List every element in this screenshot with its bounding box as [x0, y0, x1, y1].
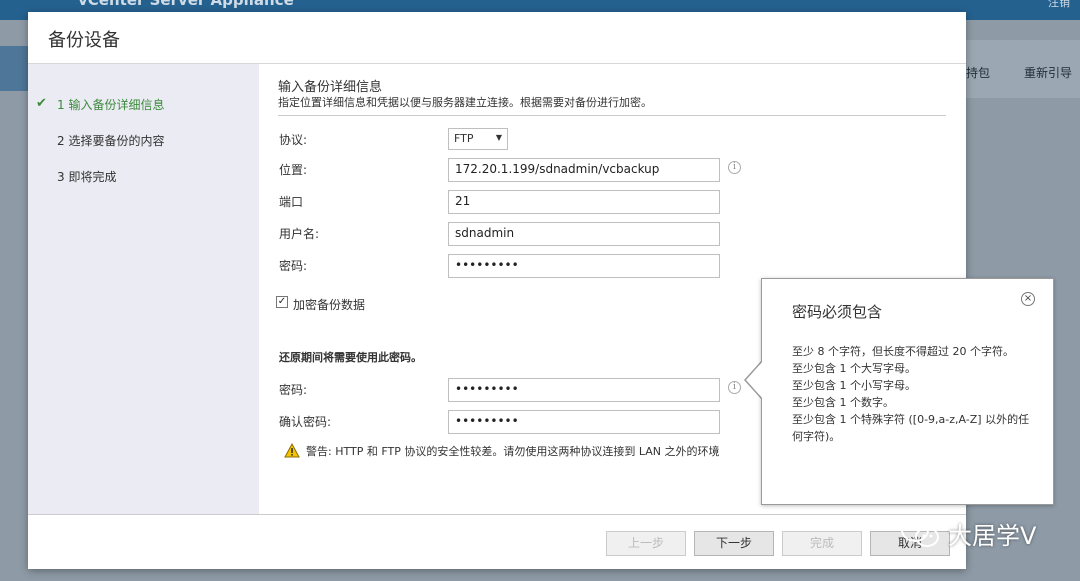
next-button[interactable]: 下一步	[694, 531, 774, 556]
app-title: vCenter Server Appliance	[78, 0, 294, 9]
toolbar-item-reboot[interactable]: 重新引导	[1024, 64, 1072, 81]
protocol-label: 协议:	[279, 133, 308, 147]
section-subtitle: 指定位置详细信息和凭据以便与服务器建立连接。根据需要对备份进行加密。	[278, 96, 652, 109]
warning-text: 警告: HTTP 和 FTP 协议的安全性较差。请勿使用这两种协议连接到 LAN…	[306, 445, 720, 458]
info-icon[interactable]: i	[728, 381, 741, 394]
rule-item: 至少包含 1 个小写字母。	[792, 379, 916, 392]
port-input[interactable]: 21	[448, 190, 720, 214]
check-icon: ✔	[36, 96, 47, 111]
tooltip-title: 密码必须包含	[792, 303, 883, 321]
section-title: 输入备份详细信息	[278, 80, 383, 95]
app-side-strip	[0, 46, 28, 91]
logout-link[interactable]: 注销	[1048, 0, 1070, 10]
rule-item: 至少包含 1 个数字。	[792, 396, 894, 409]
finish-button[interactable]: 完成	[782, 531, 862, 556]
port-label: 端口	[279, 195, 304, 209]
watermark-text: 大居学V	[948, 522, 1037, 550]
password-rules-list: 至少 8 个字符，但长度不得超过 20 个字符。 至少包含 1 个大写字母。 至…	[792, 343, 1032, 445]
close-icon[interactable]: ×	[1021, 292, 1035, 306]
protocol-value: FTP	[454, 132, 474, 145]
section-divider	[278, 115, 946, 116]
step-1[interactable]: 1 输入备份详细信息	[57, 96, 164, 113]
restore-note: 还原期间将需要使用此密码。	[279, 351, 422, 364]
confirm-password-input[interactable]: •••••••••	[448, 410, 720, 434]
password-rules-tooltip: 密码必须包含 × 至少 8 个字符，但长度不得超过 20 个字符。 至少包含 1…	[761, 278, 1054, 505]
watermark: 大居学V	[900, 512, 1070, 556]
confirm-password-label: 确认密码:	[279, 415, 332, 429]
step-2[interactable]: 2 选择要备份的内容	[57, 132, 164, 149]
location-input[interactable]: 172.20.1.199/sdnadmin/vcbackup	[448, 158, 720, 182]
password-input[interactable]: •••••••••	[448, 254, 720, 278]
enc-password-label: 密码:	[279, 383, 308, 397]
rule-item: 至少包含 1 个大写字母。	[792, 362, 916, 375]
dialog-title: 备份设备	[48, 30, 120, 51]
step-3[interactable]: 3 即将完成	[57, 168, 116, 185]
password-label: 密码:	[279, 259, 308, 273]
encrypt-label[interactable]: 加密备份数据	[293, 296, 365, 313]
chevron-down-icon: ▼	[495, 133, 502, 142]
wechat-logo-icon	[901, 518, 939, 547]
wizard-steps: ✔ 1 输入备份详细信息 2 选择要备份的内容 3 即将完成	[28, 64, 259, 514]
warning-icon	[284, 443, 300, 458]
info-icon[interactable]: i	[728, 161, 741, 174]
dialog-footer: 上一步 下一步 完成 取消	[28, 514, 966, 569]
encrypt-checkbox[interactable]: ✓	[276, 296, 288, 308]
location-label: 位置:	[279, 163, 308, 177]
username-input[interactable]: sdnadmin	[448, 222, 720, 246]
back-button[interactable]: 上一步	[606, 531, 686, 556]
rule-item: 至少包含 1 个特殊字符 ([0-9,a-z,A-Z] 以外的任何字符)。	[792, 413, 1030, 443]
app-toolbar: 持包 重新引导	[966, 40, 1080, 98]
tooltip-pointer-fill	[746, 361, 763, 399]
dialog-header: 备份设备	[28, 12, 966, 64]
username-label: 用户名:	[279, 227, 320, 241]
rule-item: 至少 8 个字符，但长度不得超过 20 个字符。	[792, 345, 1014, 358]
protocol-select[interactable]: FTP ▼	[448, 128, 508, 150]
enc-password-input[interactable]: •••••••••	[448, 378, 720, 402]
toolbar-item-backup[interactable]: 持包	[966, 64, 990, 81]
